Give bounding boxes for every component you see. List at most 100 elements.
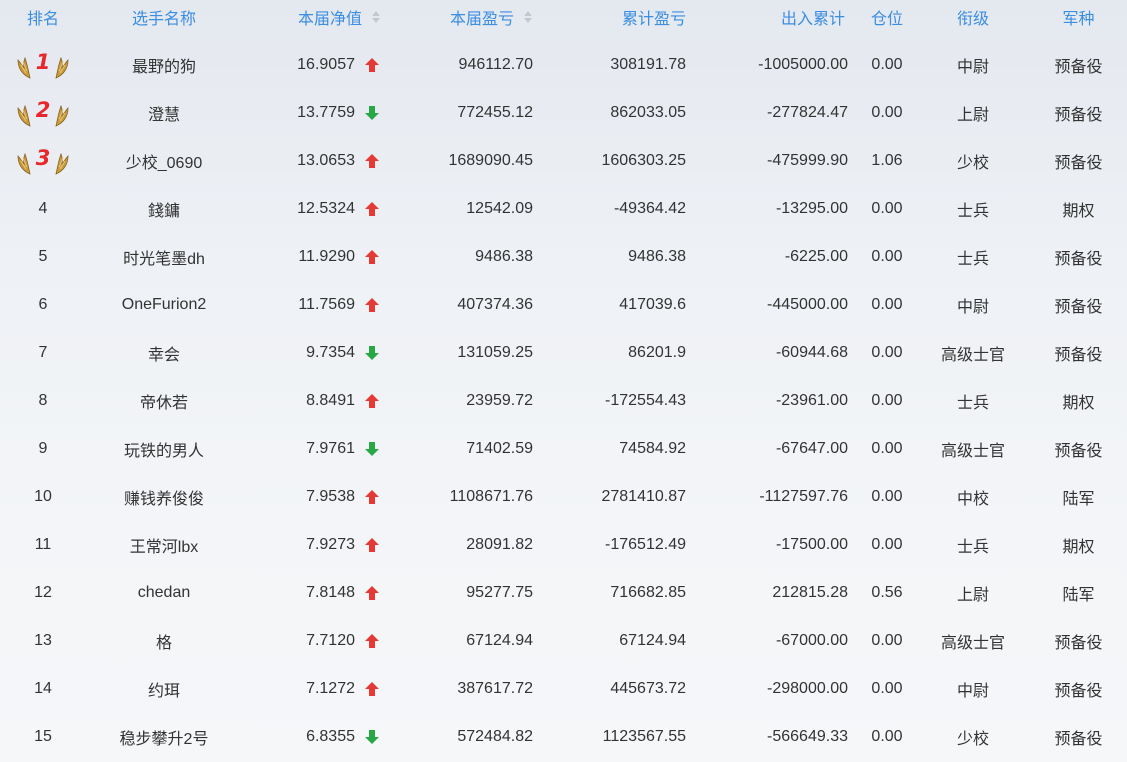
table-row[interactable]: 12 chedan 7.8148 95277.75 716682.85 212815.28… — [0, 569, 1127, 617]
cell-profit: 28091.82 — [466, 536, 533, 553]
cell-cumulative: 445673.72 — [610, 680, 686, 697]
cell-profit: 1689090.45 — [448, 152, 533, 169]
table-row[interactable]: 5 时光笔墨dh 11.9290 9486.38 9486.38 -6225.00 0.00… — [0, 233, 1127, 281]
cell-position: 0.00 — [871, 344, 903, 361]
player-name[interactable]: 稳步攀升2号 — [88, 713, 240, 761]
player-name[interactable]: 格 — [88, 617, 240, 665]
cell-military-rank: 高级士官 — [940, 443, 1005, 460]
rank-number: 4 — [38, 200, 48, 217]
arrow-up-icon — [365, 489, 379, 505]
header-profit-sortable[interactable]: 本届盈亏 — [410, 0, 532, 34]
arrow-up-icon — [365, 297, 379, 313]
player-name[interactable]: 錢鏞 — [88, 185, 240, 233]
header-military-rank: 衔级 — [956, 11, 989, 28]
player-name[interactable]: 赚钱养俊俊 — [88, 473, 240, 521]
table-row[interactable]: 4 錢鏞 12.5324 12542.09 -49364.42 -13295.00 0.00… — [0, 185, 1127, 233]
arrow-up-icon — [365, 153, 379, 169]
cell-branch: 预备役 — [1054, 59, 1103, 76]
player-name[interactable]: OneFurion2 — [88, 281, 240, 329]
cell-flow: -566649.33 — [767, 728, 848, 745]
rank-number: 13 — [34, 632, 52, 649]
cell-nav: 13.7759 — [297, 104, 355, 121]
player-name[interactable]: 约珥 — [88, 665, 240, 713]
cell-rank: 6 — [0, 281, 86, 329]
arrow-up-icon — [365, 201, 379, 217]
cell-military-rank: 少校 — [956, 155, 989, 172]
cell-rank: 12 — [0, 569, 86, 617]
cell-rank: 4 — [0, 185, 86, 233]
cell-flow: -67647.00 — [775, 440, 848, 457]
player-name[interactable]: 王常河lbx — [88, 521, 240, 569]
sort-icon[interactable] — [372, 11, 380, 23]
leaderboard-table: 排名 选手名称 本届净值 本届盈亏 累计盈亏 出入累计 仓位 衔级 军种 1 最野… — [0, 0, 1127, 762]
arrow-up-icon — [365, 393, 379, 409]
player-name[interactable]: 帝休若 — [88, 377, 240, 425]
cell-position: 0.00 — [871, 104, 903, 121]
cell-profit: 1108671.76 — [449, 488, 533, 505]
cell-rank: 13 — [0, 617, 86, 665]
table-row[interactable]: 10 赚钱养俊俊 7.9538 1108671.76 2781410.87 -112759… — [0, 473, 1127, 521]
table-row[interactable]: 9 玩铁的男人 7.9761 71402.59 74584.92 -67647.00 0.0… — [0, 425, 1127, 473]
rank-medal-icon: 3 — [17, 146, 69, 176]
rank-number: 8 — [38, 392, 48, 409]
table-row[interactable]: 13 格 7.7120 67124.94 67124.94 -67000.00 0.00 高级… — [0, 617, 1127, 665]
cell-flow: 212815.28 — [772, 584, 848, 601]
player-name[interactable]: 时光笔墨dh — [88, 233, 240, 281]
rank-medal-icon: 2 — [17, 98, 69, 128]
table-row[interactable]: 6 OneFurion2 11.7569 407374.36 417039.6 -4450… — [0, 281, 1127, 329]
arrow-up-icon — [365, 249, 379, 265]
arrow-up-icon — [365, 681, 379, 697]
cell-position: 0.00 — [871, 248, 903, 265]
table-row[interactable]: 15 稳步攀升2号 6.8355 572484.82 1123567.55 -566649… — [0, 713, 1127, 761]
header-rank: 排名 — [26, 11, 59, 28]
player-name[interactable]: 玩铁的男人 — [88, 425, 240, 473]
cell-flow: -298000.00 — [767, 680, 848, 697]
cell-nav: 7.9761 — [306, 440, 355, 457]
cell-flow: -1127597.76 — [759, 488, 848, 505]
cell-cumulative: 1123567.55 — [602, 728, 686, 745]
cell-nav: 7.9538 — [306, 488, 355, 505]
cell-profit: 572484.82 — [457, 728, 533, 745]
cell-cumulative: -49364.42 — [613, 200, 686, 217]
cell-branch: 预备役 — [1054, 107, 1103, 124]
cell-trend — [362, 521, 382, 569]
player-name[interactable]: 少校_0690 — [88, 137, 240, 185]
table-row[interactable]: 14 约珥 7.1272 387617.72 445673.72 -298000.00 0.… — [0, 665, 1127, 713]
cell-cumulative: 74584.92 — [619, 440, 686, 457]
cell-cumulative: -172554.43 — [605, 392, 686, 409]
player-name[interactable]: chedan — [88, 569, 240, 617]
arrow-down-icon — [365, 729, 379, 745]
cell-military-rank: 士兵 — [956, 395, 989, 412]
player-name[interactable]: 幸会 — [88, 329, 240, 377]
cell-trend — [362, 377, 382, 425]
cell-profit: 946112.70 — [458, 56, 533, 73]
rank-number: 7 — [38, 344, 48, 361]
header-player-name: 选手名称 — [131, 11, 196, 28]
table-row[interactable]: 11 王常河lbx 7.9273 28091.82 -176512.49 -17500.0… — [0, 521, 1127, 569]
table-row[interactable]: 1 最野的狗 16.9057 946112.70 308191.78 -1005000.0… — [0, 41, 1127, 89]
rank-number: 15 — [34, 728, 52, 745]
arrow-up-icon — [365, 585, 379, 601]
table-row[interactable]: 8 帝休若 8.8491 23959.72 -172554.43 -23961.00 0.0… — [0, 377, 1127, 425]
cell-branch: 预备役 — [1054, 251, 1103, 268]
sort-icon[interactable] — [524, 11, 532, 23]
cell-flow: -17500.00 — [775, 536, 848, 553]
cell-cumulative: 417039.6 — [619, 296, 686, 313]
header-nav-sortable[interactable]: 本届净值 — [250, 0, 380, 34]
table-row[interactable]: 3 少校_0690 13.0653 1689090.45 1606303.25 -4759… — [0, 137, 1127, 185]
cell-flow: -67000.00 — [775, 632, 848, 649]
cell-trend — [362, 617, 382, 665]
player-name[interactable]: 最野的狗 — [88, 41, 240, 89]
cell-flow: -1005000.00 — [758, 56, 848, 73]
cell-nav: 7.1272 — [306, 680, 355, 697]
cell-nav: 7.9273 — [306, 536, 355, 553]
player-name[interactable]: 澄慧 — [88, 89, 240, 137]
cell-branch: 期权 — [1062, 395, 1095, 412]
table-header: 排名 选手名称 本届净值 本届盈亏 累计盈亏 出入累计 仓位 衔级 军种 — [0, 0, 1127, 34]
cell-trend — [362, 569, 382, 617]
table-row[interactable]: 2 澄慧 13.7759 772455.12 862033.05 -277824.47 0.… — [0, 89, 1127, 137]
table-row[interactable]: 7 幸会 9.7354 131059.25 86201.9 -60944.68 0.00 高级… — [0, 329, 1127, 377]
arrow-down-icon — [365, 345, 379, 361]
cell-nav: 11.7569 — [298, 296, 355, 313]
cell-nav: 7.7120 — [306, 632, 355, 649]
